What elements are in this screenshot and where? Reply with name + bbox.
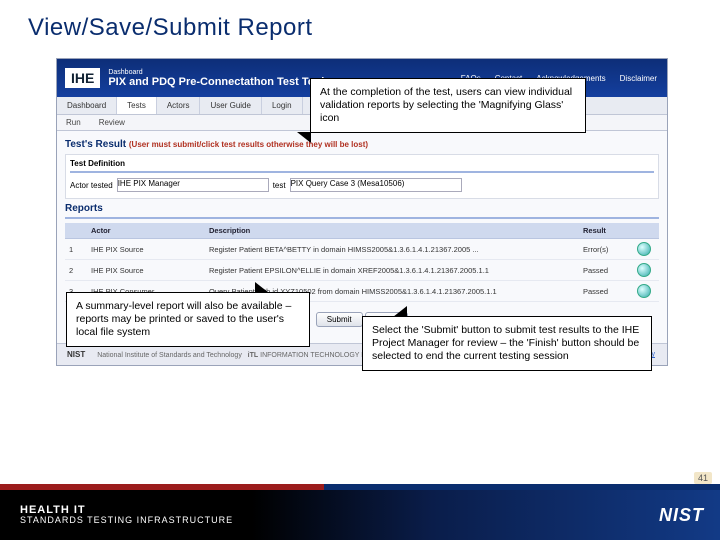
- nist-logo: NIST: [659, 505, 704, 526]
- magnifying-glass-icon[interactable]: [637, 284, 651, 298]
- tab-login[interactable]: Login: [262, 97, 303, 114]
- tab-tests[interactable]: Tests: [117, 97, 157, 114]
- divider: [65, 217, 659, 219]
- slide: View/Save/Submit Report IHE Dashboard PI…: [0, 0, 720, 540]
- case-label: test: [273, 181, 286, 190]
- reports-table: Actor Description Result 1 IHE PIX Sourc…: [65, 223, 659, 302]
- tab-dashboard[interactable]: Dashboard: [57, 97, 117, 114]
- slide-title: View/Save/Submit Report: [0, 0, 720, 48]
- slide-footer: HEALTH IT STANDARDS TESTING INFRASTRUCTU…: [0, 490, 720, 540]
- health-it-label: HEALTH IT STANDARDS TESTING INFRASTRUCTU…: [20, 504, 233, 526]
- reports-title: Reports: [65, 203, 659, 214]
- table-row: 2 IHE PIX Source Register Patient EPSILO…: [65, 260, 659, 281]
- submit-button[interactable]: Submit: [316, 312, 363, 327]
- tab-userguide[interactable]: User Guide: [200, 97, 261, 114]
- definition-panel: Test Definition Actor tested IHE PIX Man…: [65, 154, 659, 199]
- magnifying-glass-icon[interactable]: [637, 242, 651, 256]
- page-number: 41: [694, 472, 712, 484]
- col-result: Result: [579, 223, 633, 239]
- ihe-logo: IHE: [65, 68, 100, 88]
- actor-label: Actor tested: [70, 181, 113, 190]
- def-label: Test Definition: [70, 159, 125, 168]
- dashboard-label: Dashboard: [108, 69, 324, 76]
- itl-label: iTL: [248, 352, 259, 359]
- divider: [70, 171, 654, 173]
- tab-actors[interactable]: Actors: [157, 97, 201, 114]
- subtab-review[interactable]: Review: [90, 115, 134, 130]
- actor-value: IHE PIX Manager: [117, 178, 269, 192]
- callout-summary-report: A summary-level report will also be avai…: [66, 292, 310, 347]
- results-warning: (User must submit/click test results oth…: [129, 140, 368, 149]
- table-row: 1 IHE PIX Source Register Patient BETA^B…: [65, 239, 659, 260]
- nist-label: NIST: [67, 350, 85, 359]
- link-disclaimer[interactable]: Disclaimer: [620, 74, 657, 83]
- col-actor: Actor: [87, 223, 205, 239]
- magnifying-glass-icon[interactable]: [637, 263, 651, 277]
- callout-submit-finish: Select the 'Submit' button to submit tes…: [362, 316, 652, 371]
- callout-magnifying-glass: At the completion of the test, users can…: [310, 78, 586, 133]
- subtab-run[interactable]: Run: [57, 115, 90, 130]
- table-header-row: Actor Description Result: [65, 223, 659, 239]
- app-title: PIX and PDQ Pre-Connectathon Test Tool: [108, 76, 324, 88]
- col-description: Description: [205, 223, 579, 239]
- results-title: Test's Result (User must submit/click te…: [65, 139, 659, 150]
- case-value: PIX Query Case 3 (Mesa10506): [290, 178, 462, 192]
